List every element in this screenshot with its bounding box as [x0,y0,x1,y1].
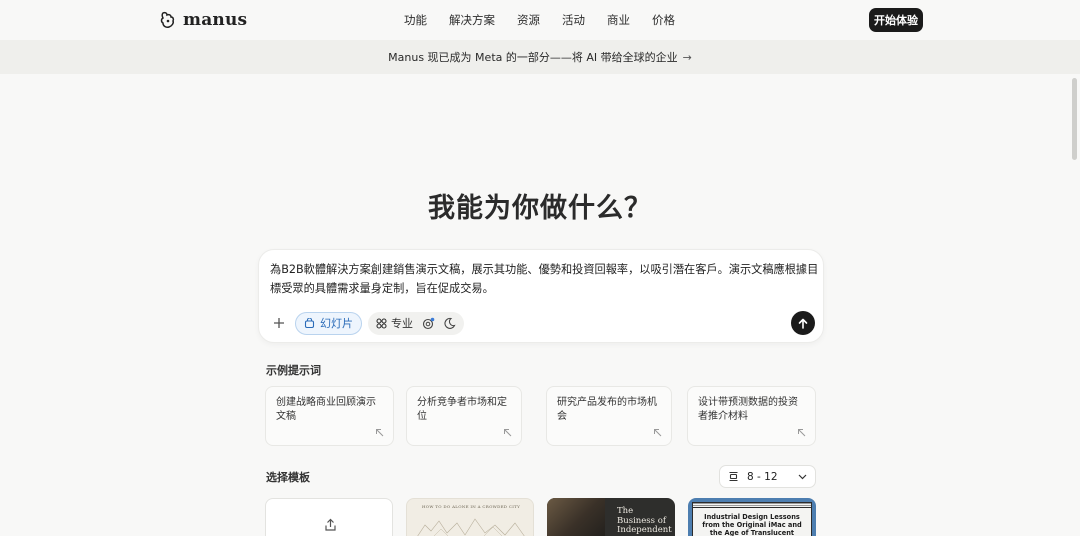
chevron-down-icon [798,474,807,479]
slide-count-value: 8 - 12 [747,470,778,483]
pro-chip-label: 专业 [391,317,413,330]
banner-text: Manus 现已成为 Meta 的一部分——将 AI 带给全球的企业 [388,51,678,64]
example-card-text: 设计带预测数据的投资者推介材料 [698,397,798,422]
nav-item-events[interactable]: 活动 [562,12,585,28]
template-card-mac[interactable]: Industrial Design Lessons from the Origi… [688,498,816,536]
main-nav: 功能 解决方案 资源 活动 商业 价格 [404,12,675,28]
nav-item-business[interactable]: 商业 [607,12,630,28]
example-card-text: 创建战略商业回顾演示文稿 [276,397,376,422]
example-card[interactable]: 创建战略商业回顾演示文稿 [265,386,394,446]
nav-item-solutions[interactable]: 解决方案 [449,12,495,28]
template-mac-window: Industrial Design Lessons from the Origi… [692,502,812,536]
presentation-icon [304,317,315,328]
announcement-banner[interactable]: Manus 现已成为 Meta 的一部分——将 AI 带给全球的企业 → [0,40,1080,74]
example-card[interactable]: 研究产品发布的市场机会 [546,386,672,446]
template-sketch-title: HOW TO DO ALONE IN A CROWDED CITY [421,504,521,509]
template-dark-photo [547,498,605,536]
example-card-text: 研究产品发布的市场机会 [557,397,657,422]
template-card-dark[interactable]: The Business of Independent [547,498,675,536]
logo-text: manus [183,10,248,30]
pro-mode-icon [376,317,387,329]
template-card-sketch[interactable]: HOW TO DO ALONE IN A CROWDED CITY [406,498,534,536]
slide-count-select[interactable]: 8 - 12 [719,465,816,488]
arrow-up-icon [798,318,808,329]
pro-chip[interactable]: 专业 [376,315,413,331]
template-card-upload[interactable] [265,498,393,536]
slides-stack-icon [729,471,738,482]
mode-chip-group: 专业 [368,311,464,335]
start-button[interactable]: 开始体验 [869,8,923,32]
arrow-up-left-icon [798,429,806,437]
composer-toolbar: 幻灯片 专业 [269,311,464,335]
sketch-illustration [417,518,525,536]
logo[interactable]: manus [160,9,247,31]
nav-item-features[interactable]: 功能 [404,12,427,28]
page-title: 我能为你做什么？ [428,193,652,224]
arrow-up-left-icon [376,429,384,437]
plus-icon[interactable] [269,312,289,334]
nav-item-pricing[interactable]: 价格 [652,12,675,28]
templates-label: 选择模板 [266,471,310,484]
send-button[interactable] [791,311,815,335]
example-card-text: 分析竞争者市场和定位 [417,397,507,422]
arrow-right-icon: → [682,50,692,64]
slides-chip[interactable]: 幻灯片 [295,311,362,335]
moon-icon[interactable] [444,317,456,329]
example-card[interactable]: 设计带预测数据的投资者推介材料 [687,386,816,446]
arrow-up-left-icon [654,429,662,437]
template-dark-title: The Business of Independent [617,506,672,535]
prompt-composer[interactable]: 為B2B軟體解決方案創建銷售演示文稿，展示其功能、優勢和投資回報率，以吸引潛在客… [258,249,824,343]
connector-icon[interactable] [422,317,435,330]
slides-chip-label: 幻灯片 [320,317,353,330]
manus-logo-icon [160,11,175,28]
example-card[interactable]: 分析竞争者市场和定位 [406,386,522,446]
examples-label: 示例提示词 [266,364,321,377]
arrow-up-left-icon [504,429,512,437]
upload-icon [325,518,336,531]
scrollbar-thumb[interactable] [1072,78,1077,160]
prompt-input[interactable]: 為B2B軟體解決方案創建銷售演示文稿，展示其功能、優勢和投資回報率，以吸引潛在客… [270,260,822,298]
template-mac-title: Industrial Design Lessons from the Origi… [702,513,802,536]
nav-item-resources[interactable]: 资源 [517,12,540,28]
top-header: manus 功能 解决方案 资源 活动 商业 价格 开始体验 [0,0,1080,40]
